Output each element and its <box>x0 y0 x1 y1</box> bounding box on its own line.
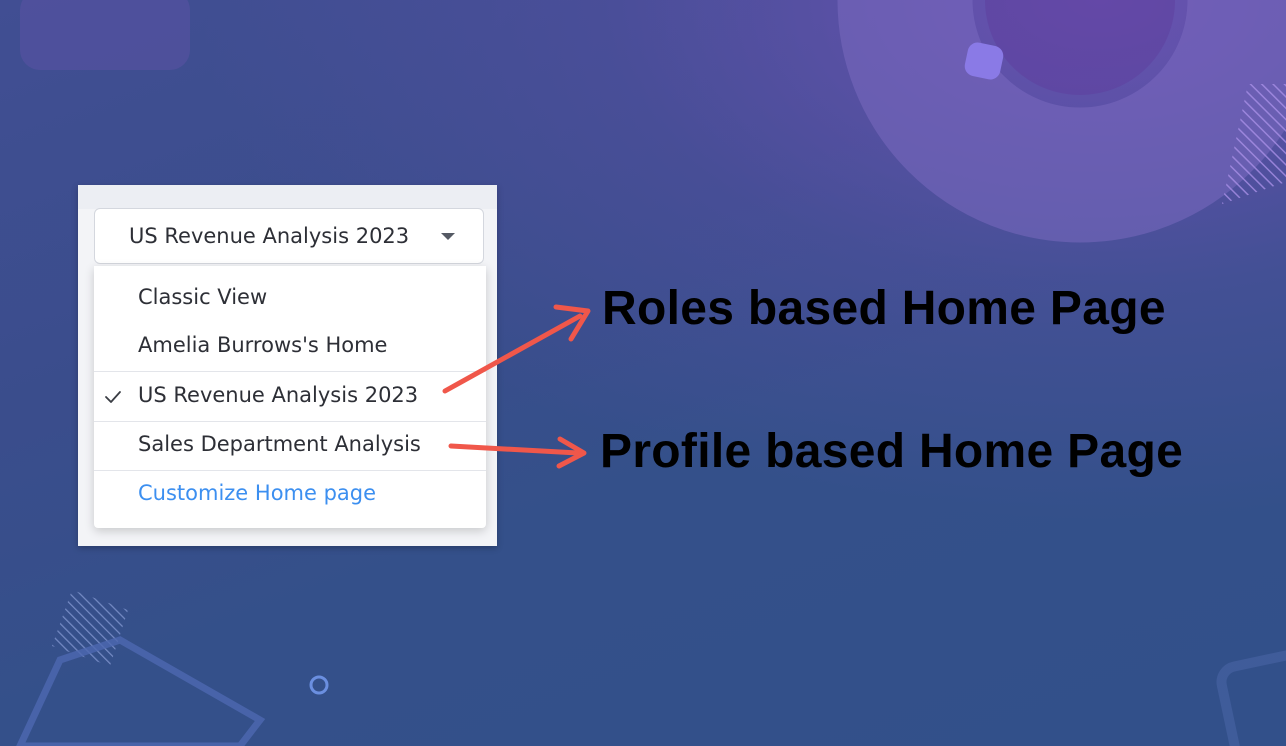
check-icon <box>105 391 121 403</box>
home-page-dropdown-screenshot: US Revenue Analysis 2023 Classic View Am… <box>78 185 497 546</box>
home-page-menu: Classic View Amelia Burrows's Home US Re… <box>94 266 486 528</box>
roles-based-home-page-label: Roles based Home Page <box>602 282 1166 335</box>
customize-home-page-link[interactable]: Customize Home page <box>94 470 486 518</box>
menu-item-label: US Revenue Analysis 2023 <box>138 383 419 407</box>
caret-down-icon <box>441 233 455 240</box>
menu-item-label: Amelia Burrows's Home <box>138 333 388 357</box>
home-page-select[interactable]: US Revenue Analysis 2023 <box>94 208 484 264</box>
selected-home-page-label: US Revenue Analysis 2023 <box>129 224 410 248</box>
card-top-strip <box>78 185 497 209</box>
menu-item-amelia-burrows-home[interactable]: Amelia Burrows's Home <box>94 322 486 370</box>
menu-item-label: Classic View <box>138 285 268 309</box>
menu-item-us-revenue-analysis-2023[interactable]: US Revenue Analysis 2023 <box>94 372 486 420</box>
menu-item-classic-view[interactable]: Classic View <box>94 274 486 322</box>
profile-based-home-page-label: Profile based Home Page <box>600 425 1184 478</box>
menu-item-sales-department-analysis[interactable]: Sales Department Analysis <box>94 421 486 469</box>
customize-link-label: Customize Home page <box>138 481 377 505</box>
menu-item-label: Sales Department Analysis <box>138 432 421 456</box>
